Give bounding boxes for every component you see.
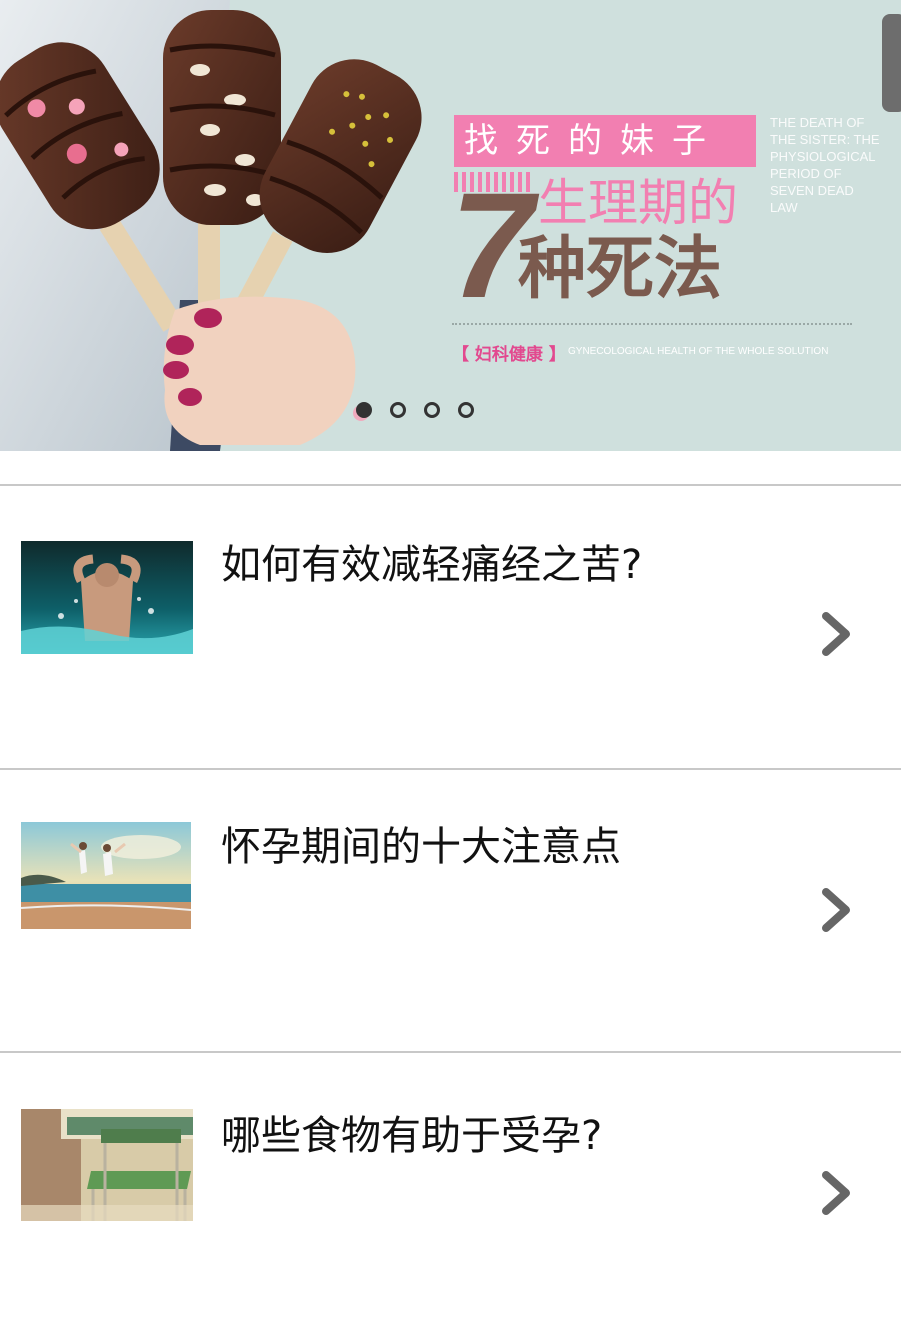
man-in-water-thumbnail — [21, 541, 193, 654]
chevron-right-icon[interactable] — [818, 612, 854, 656]
pager-dot-4[interactable] — [458, 402, 474, 418]
green-chair-classroom-thumbnail — [21, 1109, 193, 1221]
ad-english-subtitle: THE DEATH OF THE SISTER: THE PHYSIOLOGIC… — [770, 115, 880, 215]
chevron-right-icon[interactable] — [818, 888, 854, 932]
ice-cream-photo — [0, 0, 450, 451]
article-title[interactable]: 怀孕期间的十大注意点 — [221, 822, 621, 872]
ad-headline-line1: 生理期的 — [538, 174, 738, 232]
pager-dot-3[interactable] — [424, 402, 440, 418]
list-item[interactable]: 哪些食物有助于受孕? — [0, 1053, 901, 1333]
carousel-banner[interactable]: 找死的妹子 7 生理期的 种死法 THE DEATH OF THE SISTER… — [0, 0, 901, 451]
ad-category-tag: 【 妇科健康 】 — [452, 345, 566, 365]
list-item[interactable]: 如何有效减轻痛经之苦? — [0, 486, 901, 766]
ad-category-tag-english: GYNECOLOGICAL HEALTH OF THE WHOLE SOLUTI… — [568, 346, 829, 357]
chevron-right-icon[interactable] — [818, 1171, 854, 1215]
pager-dot-2[interactable] — [390, 402, 406, 418]
article-title[interactable]: 哪些食物有助于受孕? — [221, 1111, 602, 1161]
couple-jumping-beach-thumbnail — [21, 822, 191, 929]
ad-dotted-divider — [452, 323, 852, 325]
ad-headline-line2: 种死法 — [518, 230, 723, 309]
list-item[interactable]: 怀孕期间的十大注意点 — [0, 770, 901, 1050]
pager-dot-1[interactable] — [356, 402, 372, 418]
article-title[interactable]: 如何有效减轻痛经之苦? — [221, 540, 642, 590]
carousel-pager[interactable] — [356, 402, 474, 426]
ad-headline-top: 找死的妹子 — [454, 115, 756, 167]
side-scroll-handle[interactable] — [882, 14, 901, 112]
